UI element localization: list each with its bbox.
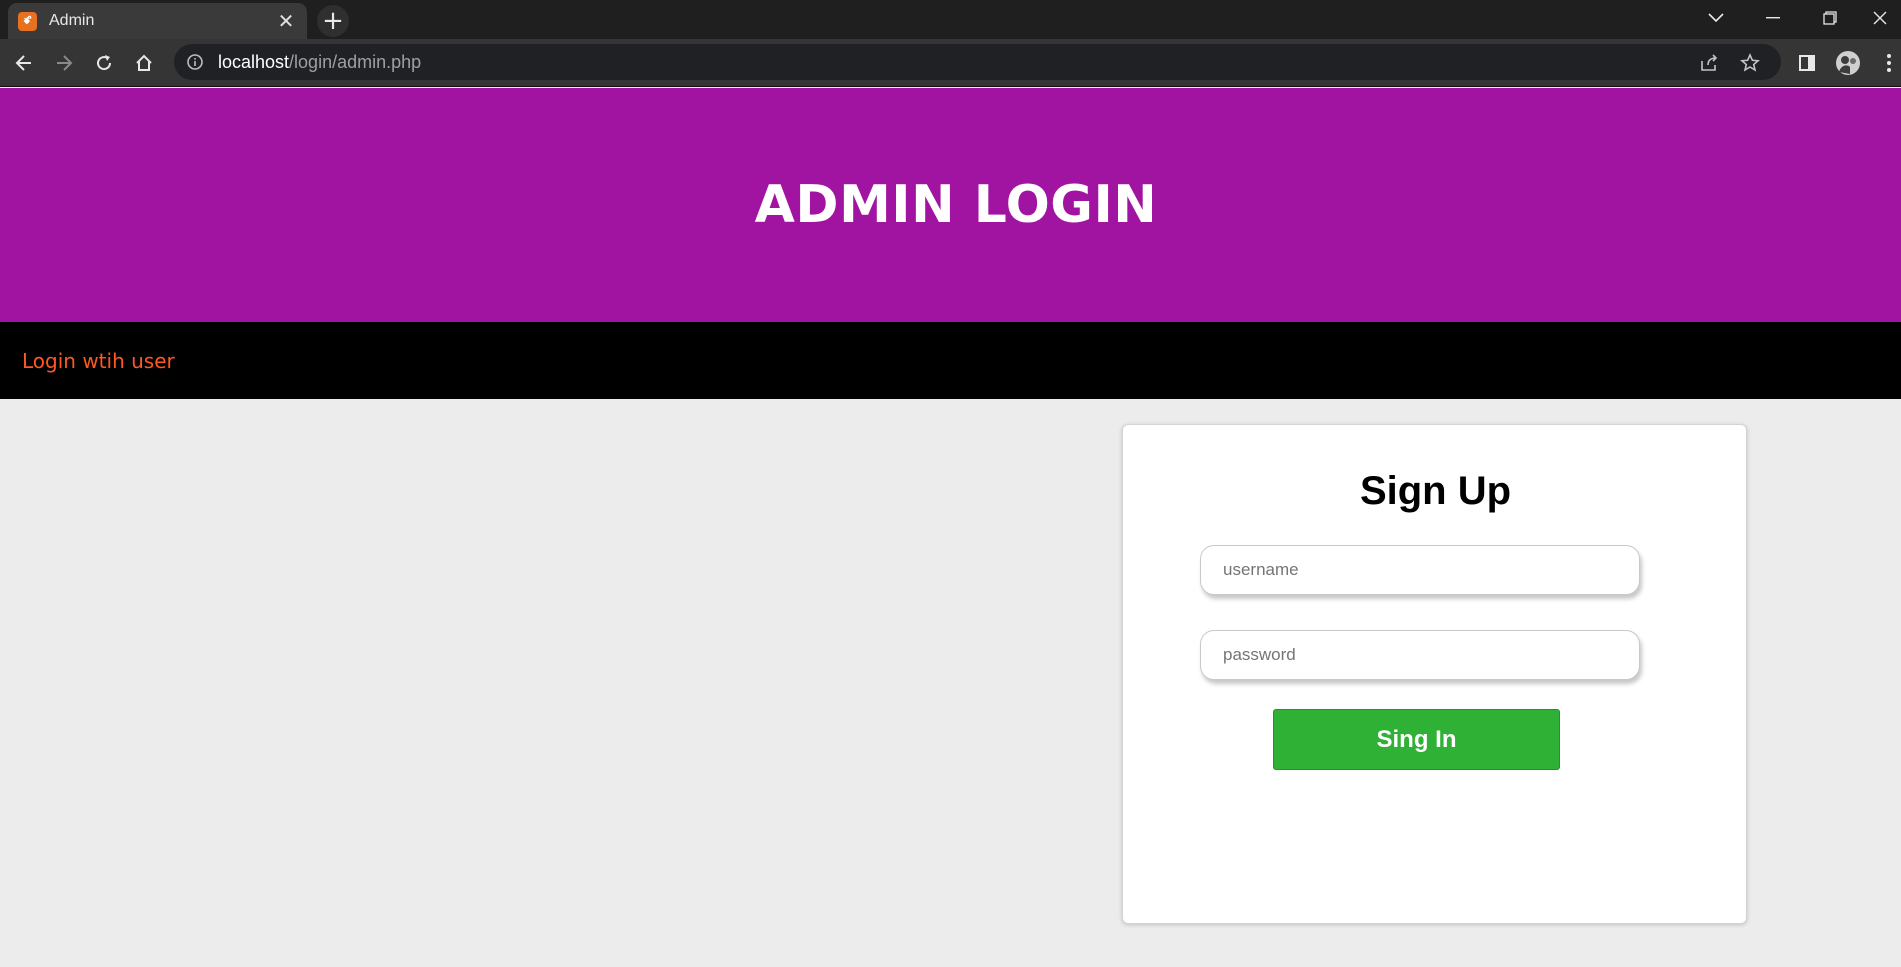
browser-tab[interactable]: ꗄ Admin ✕ [8, 3, 307, 39]
login-with-user-link[interactable]: Login wtih user [22, 349, 175, 373]
reload-icon[interactable] [89, 48, 119, 78]
browser-tab-bar: ꗄ Admin ✕ + [0, 0, 1901, 39]
restore-icon[interactable] [1801, 0, 1858, 36]
new-tab-button[interactable]: + [317, 5, 349, 37]
menu-kebab-icon[interactable] [1874, 48, 1901, 78]
site-info-icon[interactable] [185, 52, 205, 72]
close-tab-icon[interactable]: ✕ [275, 9, 297, 33]
share-icon[interactable] [1698, 52, 1720, 74]
form-title: Sign Up [1359, 469, 1512, 513]
url-host: localhost [218, 51, 290, 72]
tab-title: Admin [49, 12, 95, 29]
page-header: ADMIN LOGIN [0, 88, 1901, 322]
tab-search-icon[interactable] [1687, 0, 1744, 36]
password-input[interactable] [1200, 630, 1640, 680]
back-icon[interactable] [9, 48, 39, 78]
username-input[interactable] [1200, 545, 1640, 595]
minimize-icon[interactable] [1744, 0, 1801, 36]
close-window-icon[interactable] [1858, 0, 1901, 36]
login-card: Sign Up Sing In [1122, 424, 1747, 924]
home-icon[interactable] [129, 48, 159, 78]
sign-in-button[interactable]: Sing In [1273, 709, 1560, 770]
bookmark-star-icon[interactable] [1739, 52, 1761, 74]
url-text: localhost/login/admin.php [218, 52, 421, 73]
nav-strip: Login wtih user [0, 322, 1901, 399]
address-bar[interactable]: localhost/login/admin.php [174, 44, 1781, 80]
profile-avatar[interactable] [1833, 48, 1863, 78]
side-panel-icon[interactable] [1792, 48, 1822, 78]
url-path: /login/admin.php [289, 51, 422, 72]
xampp-favicon-icon: ꗄ [18, 11, 37, 31]
page-content: ADMIN LOGIN Login wtih user Sign Up Sing… [0, 88, 1901, 967]
page-title: ADMIN LOGIN [754, 175, 1158, 235]
browser-toolbar: localhost/login/admin.php [0, 39, 1901, 87]
forward-icon[interactable] [49, 48, 79, 78]
